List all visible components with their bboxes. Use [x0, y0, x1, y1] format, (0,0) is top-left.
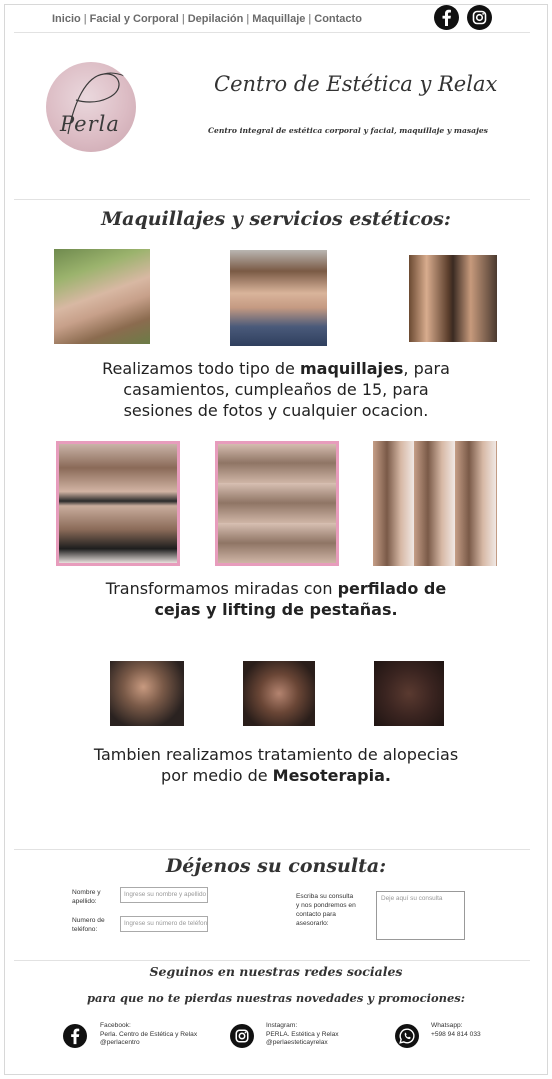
alopecia-bold: Mesoterapia. — [272, 766, 391, 785]
whatsapp-icon[interactable] — [395, 1024, 419, 1048]
contact-line: +598 94 814 033 — [431, 1030, 481, 1038]
nav-separator: | — [181, 13, 185, 25]
brows-photo-1 — [56, 441, 180, 566]
contact-form-title: Déjenos su consulta: — [165, 855, 387, 877]
follow-title: Seguinos en nuestras redes sociales — [149, 964, 403, 979]
message-textarea[interactable]: Deje aquí su consulta — [376, 891, 465, 940]
makeup-photo-2 — [230, 250, 327, 346]
nav-separator: | — [308, 13, 312, 25]
nav-contacto[interactable]: Contacto — [314, 13, 362, 25]
alopecia-text: por medio de — [161, 766, 273, 785]
makeup-description: Realizamos todo tipo de maquillajes, par… — [0, 358, 552, 421]
instagram-icon[interactable] — [467, 5, 492, 30]
nav-separator: | — [83, 13, 87, 25]
whatsapp-contact: Whatsapp: +598 94 814 033 — [431, 1022, 481, 1039]
nav-separator: | — [246, 13, 250, 25]
brows-description: Transformamos miradas con perfilado de c… — [0, 578, 552, 620]
alopecia-photo-1 — [110, 661, 184, 726]
instagram-contact: Instagram: PERLA. Estética y Relax @perl… — [266, 1022, 339, 1048]
contact-line: PERLA. Estética y Relax — [266, 1030, 339, 1038]
facebook-icon[interactable] — [434, 5, 459, 30]
name-input[interactable]: Ingrese su nombre y apellido — [120, 887, 208, 903]
contact-line: Perla. Centro de Estética y Relax — [100, 1030, 198, 1038]
contact-heading: Facebook: — [100, 1022, 131, 1029]
brows-photo-2 — [215, 441, 339, 566]
divider — [14, 199, 530, 200]
site-subtitle: Centro integral de estética corporal y f… — [208, 126, 488, 135]
facebook-icon[interactable] — [63, 1024, 87, 1048]
makeup-photo-3 — [409, 255, 497, 342]
contact-line: @perlaesteticayrelax — [266, 1039, 328, 1046]
site-title: Centro de Estética y Relax — [214, 72, 498, 96]
facebook-contact: Facebook: Perla. Centro de Estética y Re… — [100, 1022, 197, 1048]
alopecia-photo-3 — [374, 661, 444, 726]
alopecia-text: Tambien realizamos tratamiento de alopec… — [93, 745, 459, 764]
services-title: Maquillajes y servicios estéticos: — [101, 208, 451, 230]
nav-inicio[interactable]: Inicio — [52, 13, 81, 25]
alopecia-photo-2 — [243, 661, 315, 726]
makeup-text: sesiones de fotos y cualquier ocacion. — [123, 401, 429, 420]
brows-text: Transformamos miradas con — [105, 579, 338, 598]
brows-bold: perfilado de — [337, 579, 447, 598]
contact-heading: Whatsapp: — [431, 1022, 463, 1029]
follow-subtitle: para que no te pierdas nuestras novedade… — [86, 991, 466, 1005]
nav-depilacion[interactable]: Depilación — [188, 13, 244, 25]
divider — [14, 849, 530, 850]
divider — [14, 960, 530, 961]
nav-maquillaje[interactable]: Maquillaje — [252, 13, 305, 25]
makeup-text: casamientos, cumpleaños de 15, para — [123, 380, 429, 399]
logo: Perla — [46, 62, 136, 152]
phone-input[interactable]: Ingrese su número de teléfono — [120, 916, 208, 932]
contact-heading: Instagram: — [266, 1022, 298, 1029]
top-nav: Inicio | Facial y Corporal | Depilación | Maqu… — [52, 13, 362, 25]
contact-line: @perlacentro — [100, 1039, 140, 1046]
name-label: Nombre y apellido: — [72, 889, 101, 905]
logo-text: Perla — [60, 112, 120, 136]
alopecia-description: Tambien realizamos tratamiento de alopec… — [0, 744, 552, 786]
brows-photo-3 — [373, 441, 497, 566]
message-label: Escriba su consulta y nos pondremos en c… — [296, 893, 356, 927]
makeup-text: Realizamos todo tipo de — [102, 359, 300, 378]
makeup-bold: maquillajes — [299, 359, 404, 378]
nav-facial-corporal[interactable]: Facial y Corporal — [90, 13, 179, 25]
phone-label: Numero de teléfono: — [72, 917, 105, 933]
brows-bold: cejas y lifting de pestañas. — [154, 600, 398, 619]
makeup-photo-1 — [54, 249, 150, 344]
instagram-icon[interactable] — [230, 1024, 254, 1048]
makeup-text: , para — [403, 359, 450, 378]
divider — [14, 32, 530, 33]
